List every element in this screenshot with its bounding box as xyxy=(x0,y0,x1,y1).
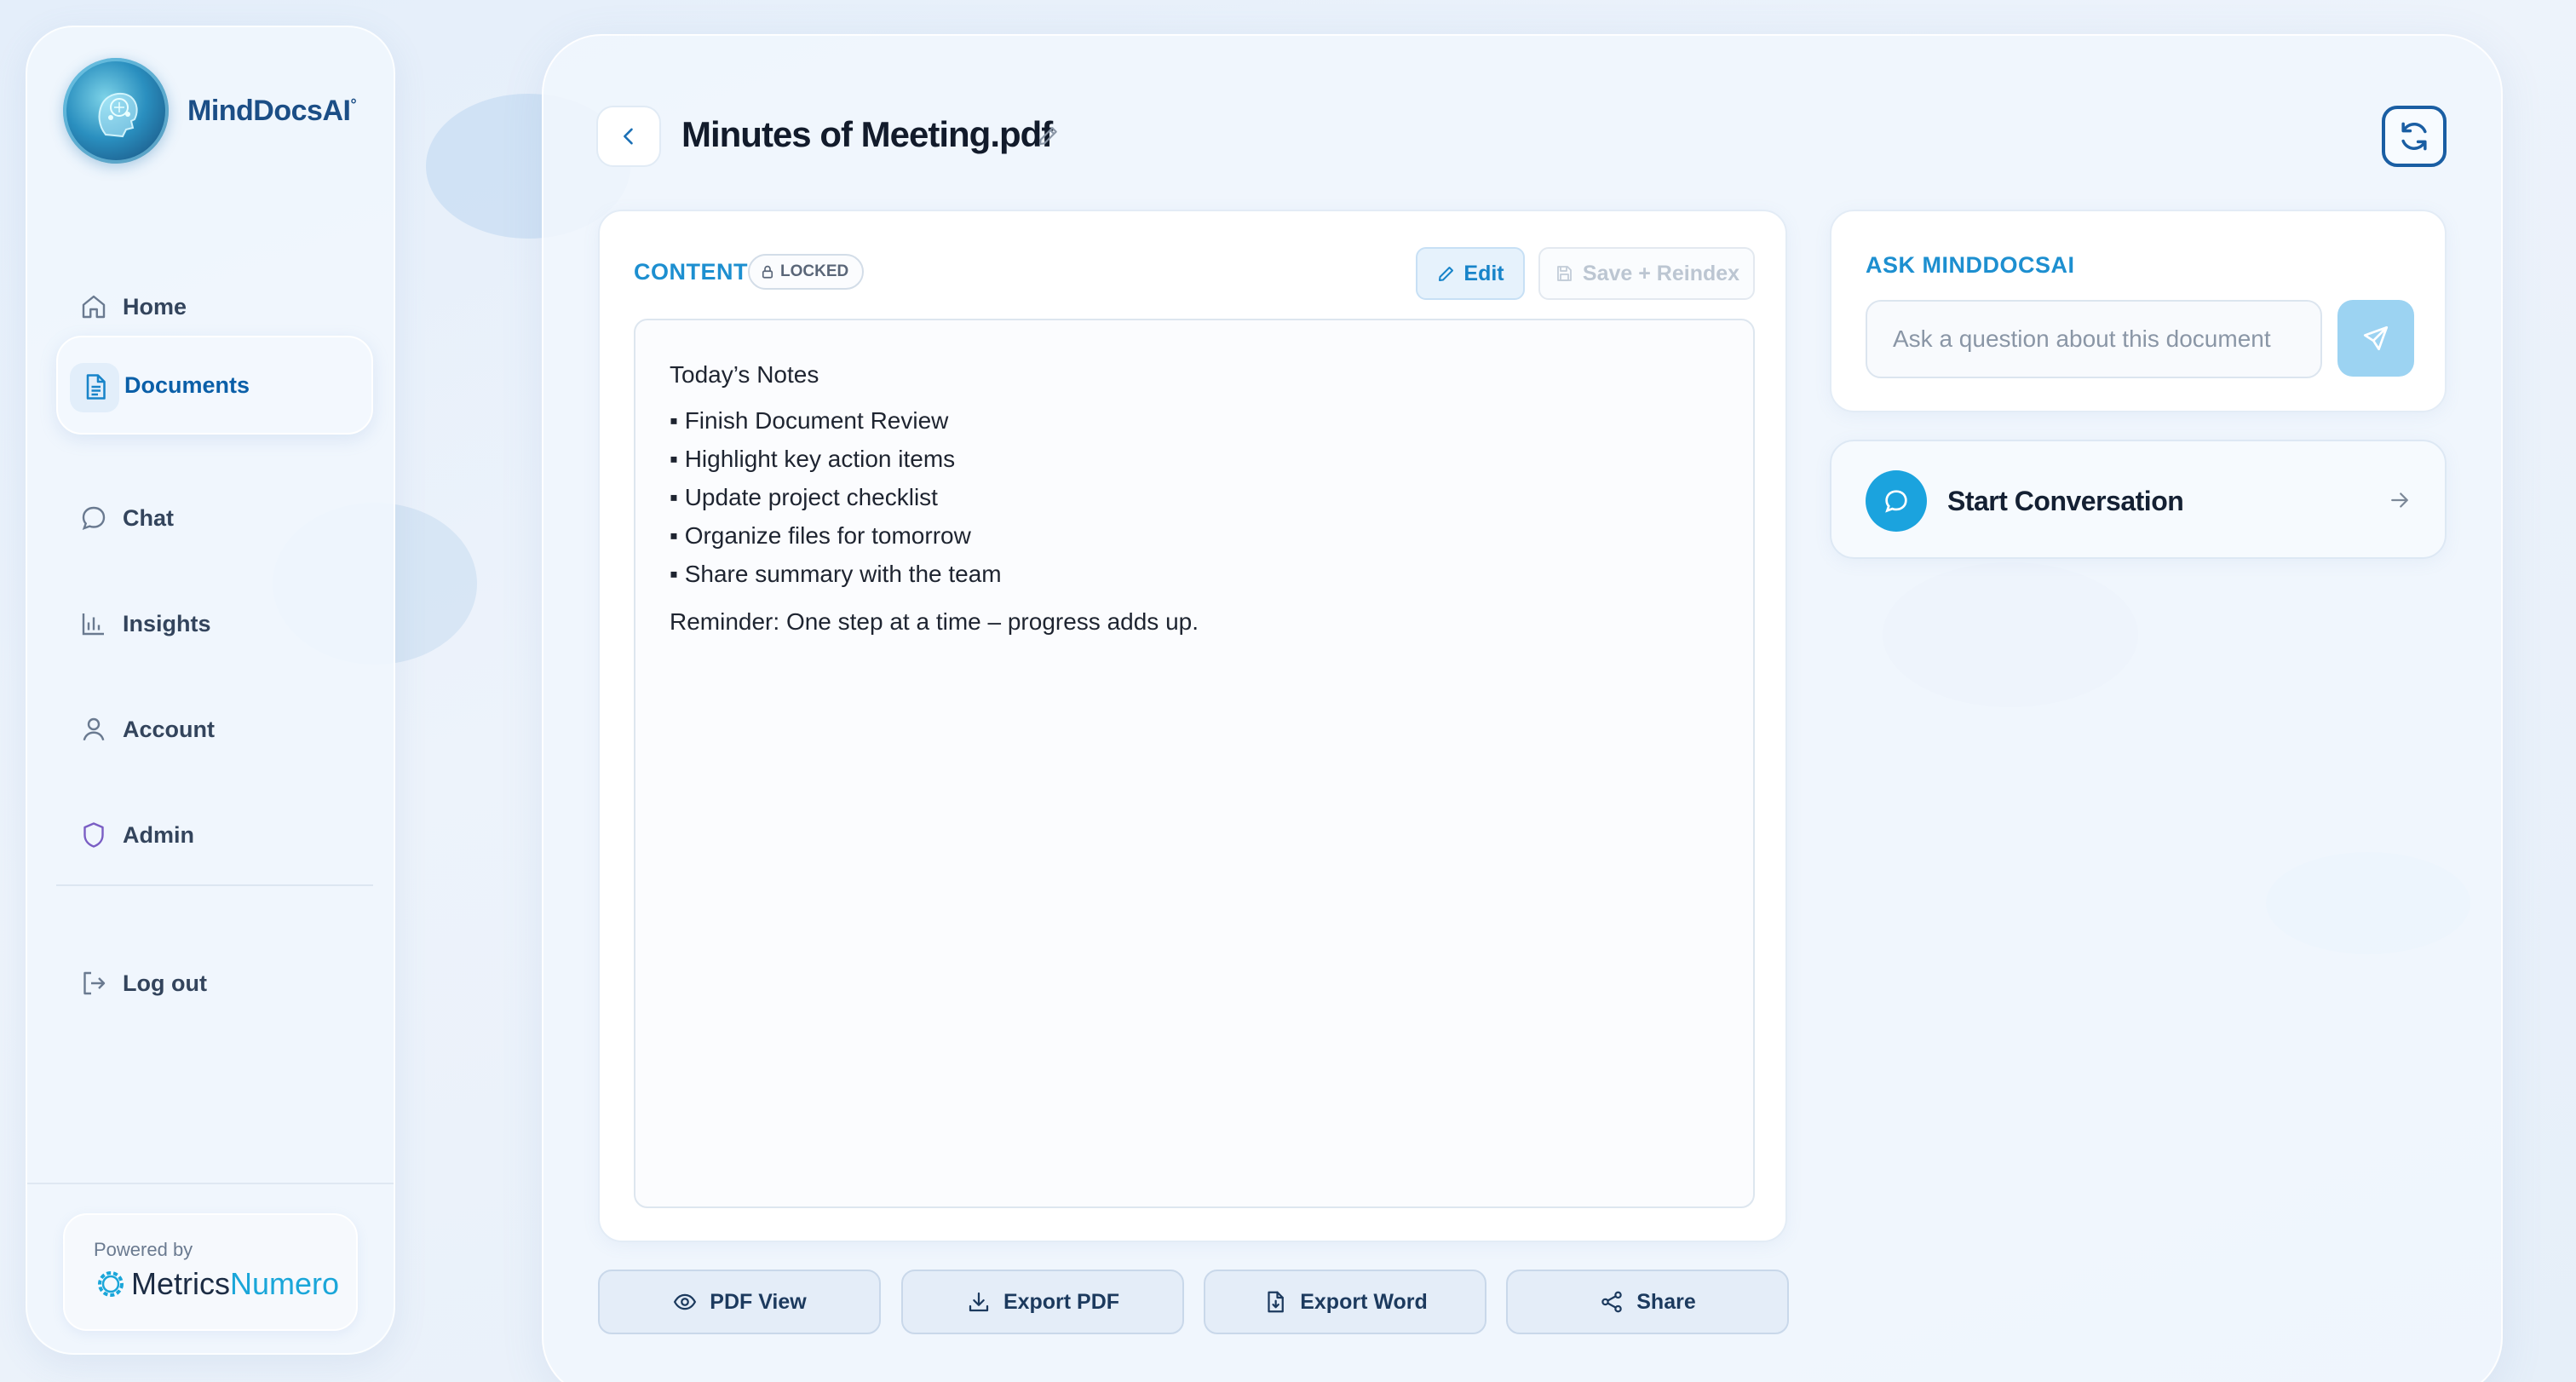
document-icon xyxy=(86,374,106,400)
sidebar-item-label: Chat xyxy=(123,504,174,531)
send-button[interactable] xyxy=(2337,300,2414,377)
save-reindex-button[interactable]: Save + Reindex xyxy=(1538,247,1755,300)
sidebar-item-label: Home xyxy=(123,293,187,320)
user-icon xyxy=(83,717,105,741)
list-item: ▪ Update project checklist xyxy=(670,484,938,511)
export-pdf-button[interactable]: Export PDF xyxy=(901,1270,1184,1334)
chat-icon xyxy=(82,506,106,531)
file-download-icon xyxy=(1268,1291,1285,1313)
reminder-text: Reminder: One step at a time – progress … xyxy=(670,608,1199,636)
logout-icon xyxy=(83,971,106,995)
list-item: ▪ Share summary with the team xyxy=(670,561,1002,588)
start-conversation-button[interactable]: Start Conversation xyxy=(1830,440,2447,559)
eye-icon xyxy=(674,1293,697,1310)
refresh-button[interactable] xyxy=(2382,106,2447,167)
locked-badge: LOCKED xyxy=(748,254,865,290)
bar-chart-icon xyxy=(82,613,104,636)
ask-question-input[interactable] xyxy=(1866,300,2322,378)
sidebar-item-label: Insights xyxy=(123,610,211,636)
rename-pencil-icon[interactable] xyxy=(1036,123,1061,148)
list-item: ▪ Organize files for tomorrow xyxy=(670,522,971,550)
send-icon xyxy=(2363,325,2389,351)
sidebar-item-account[interactable]: Account xyxy=(56,680,373,779)
sidebar-item-label: Documents xyxy=(124,371,250,398)
sidebar-item-label: Admin xyxy=(123,821,194,848)
pdf-view-button[interactable]: PDF View xyxy=(598,1270,881,1334)
shield-icon xyxy=(83,822,104,848)
sidebar-item-admin[interactable]: Admin xyxy=(56,786,373,884)
back-button[interactable] xyxy=(596,106,661,167)
ask-label: ASK MINDDOCSAI xyxy=(1866,252,2075,278)
app-name: MindDocsAI° xyxy=(187,94,357,127)
start-conversation-label: Start Conversation xyxy=(1947,486,2184,516)
chevron-left-icon xyxy=(624,128,633,145)
brain-logo-icon xyxy=(63,58,169,164)
logout-label: Log out xyxy=(123,970,207,996)
share-icon xyxy=(1601,1291,1622,1313)
save-icon xyxy=(1557,266,1572,281)
sidebar-item-documents[interactable]: Documents xyxy=(56,336,373,435)
chat-bubble-icon xyxy=(1866,470,1927,532)
refresh-icon xyxy=(2401,122,2427,151)
home-icon xyxy=(82,295,106,319)
content-section-label: CONTENT xyxy=(634,259,748,285)
powered-by-label: Powered by xyxy=(94,1239,193,1260)
document-content-area[interactable]: Today’s Notes ▪ Finish Document Review ▪… xyxy=(634,319,1755,1208)
metricsnumero-logo: Metrics Numero xyxy=(94,1266,339,1302)
edit-button[interactable]: Edit xyxy=(1416,247,1525,300)
gear-logo-icon xyxy=(98,1271,124,1297)
powered-by-badge[interactable]: Powered by Metrics Numero xyxy=(63,1213,358,1331)
sidebar-item-chat[interactable]: Chat xyxy=(56,469,373,567)
page-title: Minutes of Meeting.pdf xyxy=(681,114,1053,154)
arrow-right-icon xyxy=(2391,492,2408,508)
sidebar: MindDocsAI° Home Documents Chat Insights… xyxy=(26,26,395,1355)
sidebar-item-insights[interactable]: Insights xyxy=(56,574,373,673)
logo[interactable]: MindDocsAI° xyxy=(63,58,357,164)
list-item: ▪ Finish Document Review xyxy=(670,407,949,435)
download-icon xyxy=(969,1292,989,1312)
sidebar-divider xyxy=(56,884,373,886)
lock-icon xyxy=(762,265,773,279)
content-card: CONTENT LOCKED Edit Save + Reindex Today… xyxy=(598,210,1787,1242)
logout-button[interactable]: Log out xyxy=(56,934,373,1033)
sidebar-divider xyxy=(27,1183,394,1184)
notes-heading: Today’s Notes xyxy=(670,361,819,388)
ask-panel: ASK MINDDOCSAI xyxy=(1830,210,2447,412)
share-button[interactable]: Share xyxy=(1506,1270,1789,1334)
export-word-button[interactable]: Export Word xyxy=(1204,1270,1486,1334)
list-item: ▪ Highlight key action items xyxy=(670,446,956,473)
sidebar-item-label: Account xyxy=(123,716,215,742)
pencil-icon xyxy=(1439,267,1454,281)
